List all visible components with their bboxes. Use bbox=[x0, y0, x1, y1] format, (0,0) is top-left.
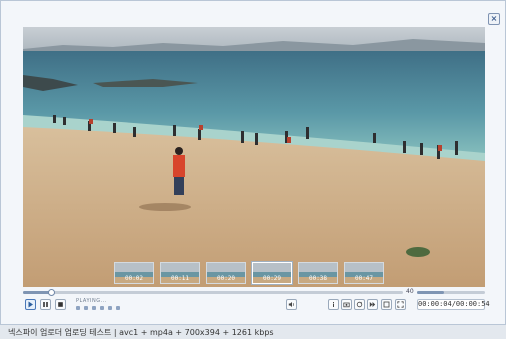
buffer-dot bbox=[108, 306, 112, 310]
progress-bar[interactable] bbox=[23, 289, 403, 296]
volume-fill bbox=[417, 291, 445, 294]
repeat-icon bbox=[356, 301, 363, 308]
playback-status: PLAYING... bbox=[76, 298, 107, 304]
camera-icon bbox=[343, 302, 350, 308]
thumbnail-5[interactable]: 00:47 bbox=[344, 262, 384, 284]
video-area[interactable]: 00:02 00:11 00:20 00:29 00:38 00:47 bbox=[23, 27, 485, 287]
repeat-button[interactable] bbox=[354, 299, 365, 310]
window-icon bbox=[383, 301, 390, 308]
speaker-icon bbox=[288, 302, 294, 307]
thumbnail-time-label: 00:11 bbox=[170, 275, 190, 282]
player-window: × 00:02 00:11 00:20 00:29 00:38 00:47 40… bbox=[0, 0, 506, 325]
volume-slider[interactable] bbox=[417, 291, 485, 294]
buffer-dot bbox=[76, 306, 80, 310]
status-bar: 넥스파이 업로더 업로딩 테스트 | avc1 + mp4a + 700x394… bbox=[0, 324, 506, 339]
time-display: 00:00:04/00:00:54 bbox=[417, 299, 490, 310]
thumbnail-2[interactable]: 00:20 bbox=[206, 262, 246, 284]
fullscreen-button[interactable] bbox=[395, 299, 406, 310]
capture-button[interactable] bbox=[341, 299, 352, 310]
play-icon bbox=[28, 301, 33, 308]
pause-button[interactable] bbox=[40, 299, 51, 310]
buffer-dot bbox=[92, 306, 96, 310]
buffer-dot bbox=[116, 306, 120, 310]
thumbnail-4[interactable]: 00:38 bbox=[298, 262, 338, 284]
thumbnail-time-label: 00:29 bbox=[262, 275, 282, 282]
thumbnail-time-label: 00:20 bbox=[216, 275, 236, 282]
next-icon bbox=[369, 302, 376, 307]
play-button[interactable] bbox=[25, 299, 36, 310]
thumbnail-1[interactable]: 00:11 bbox=[160, 262, 200, 284]
thumbnail-0[interactable]: 00:02 bbox=[114, 262, 154, 284]
window-button[interactable] bbox=[381, 299, 392, 310]
thumbnail-time-label: 00:02 bbox=[124, 275, 144, 282]
progress-fill bbox=[23, 291, 52, 294]
pause-icon bbox=[43, 302, 48, 307]
close-button[interactable]: × bbox=[488, 13, 500, 25]
thumbnail-time-label: 00:47 bbox=[354, 275, 374, 282]
buffer-dot bbox=[84, 306, 88, 310]
buffer-indicator bbox=[76, 306, 126, 310]
thumbnail-time-label: 00:38 bbox=[308, 275, 328, 282]
stop-icon bbox=[58, 302, 63, 307]
stop-button[interactable] bbox=[55, 299, 66, 310]
video-frame-image bbox=[23, 27, 485, 287]
next-button[interactable] bbox=[367, 299, 378, 310]
buffer-dot bbox=[100, 306, 104, 310]
thumbnail-3[interactable]: 00:29 bbox=[252, 262, 292, 284]
info-icon bbox=[333, 302, 334, 307]
mute-button[interactable] bbox=[286, 299, 297, 310]
info-button[interactable] bbox=[328, 299, 339, 310]
progress-handle[interactable] bbox=[48, 289, 56, 296]
fullscreen-icon bbox=[397, 301, 404, 308]
volume-level-label: 40 bbox=[406, 288, 414, 295]
